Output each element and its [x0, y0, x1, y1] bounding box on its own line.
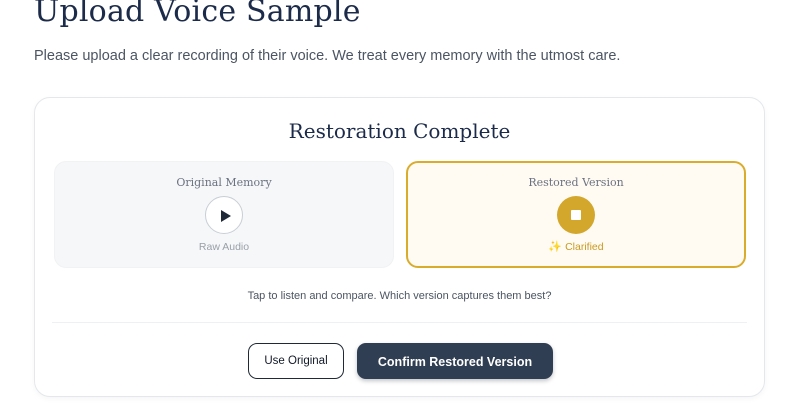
play-icon — [221, 210, 231, 222]
stop-restored-button[interactable] — [557, 196, 595, 234]
page-subtitle: Please upload a clear recording of their… — [34, 48, 621, 64]
stop-icon — [571, 210, 581, 220]
raw-audio-caption: Raw Audio — [198, 241, 250, 253]
restored-version-label: Restored Version — [528, 176, 624, 189]
card-title: Restoration Complete — [288, 119, 511, 143]
page-title: Upload Voice Sample — [34, 0, 361, 29]
use-original-button[interactable]: Use Original — [248, 343, 344, 379]
restoration-card: Restoration Complete Original Memory Raw… — [34, 97, 765, 397]
clarified-caption-row: ✨ Clarified — [408, 240, 744, 254]
play-original-button[interactable] — [205, 196, 243, 234]
original-memory-panel[interactable]: Original Memory Raw Audio — [54, 161, 394, 268]
restored-version-panel[interactable]: Restored Version ✨ Clarified — [406, 161, 746, 268]
confirm-restored-version-button[interactable]: Confirm Restored Version — [357, 343, 553, 379]
divider — [52, 322, 747, 323]
original-memory-label: Original Memory — [176, 176, 272, 189]
sparkle-icon: ✨ — [548, 241, 563, 253]
compare-hint: Tap to listen and compare. Which version… — [247, 290, 552, 302]
clarified-caption: Clarified — [565, 241, 604, 253]
